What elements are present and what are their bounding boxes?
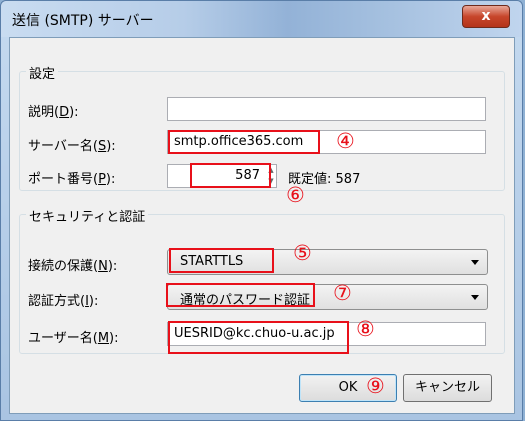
settings-group-title: 設定 (26, 63, 59, 82)
security-group-title: セキュリティと認証 (26, 206, 149, 225)
description-field[interactable] (167, 97, 486, 121)
annotation-marker-4: ④ (336, 129, 355, 153)
chevron-down-icon (471, 260, 479, 265)
default-port-value: 587 (335, 172, 361, 187)
annotation-marker-6: ⑥ (286, 183, 305, 207)
annotation-box-username (168, 321, 349, 354)
annotation-box-port (190, 163, 271, 188)
annotation-box-auth (166, 283, 315, 307)
annotation-box-connection (169, 248, 274, 273)
annotation-marker-8: ⑧ (356, 317, 375, 341)
close-icon: x (481, 8, 491, 24)
cancel-button[interactable]: キャンセル (403, 374, 492, 402)
annotation-marker-7: ⑦ (333, 281, 352, 305)
close-button[interactable]: x (462, 5, 510, 28)
server-name-label: サーバー名(S): (28, 139, 116, 154)
auth-method-label: 認証方式(I): (28, 294, 99, 309)
window-title: 送信 (SMTP) サーバー (12, 13, 154, 29)
title-bar[interactable]: 送信 (SMTP) サーバー x (1, 1, 522, 37)
connection-security-label: 接続の保護(N): (28, 259, 118, 274)
dialog-body: 設定 説明(D): サーバー名(S): smtp.office365.com ポ… (9, 37, 515, 414)
chevron-down-icon (471, 295, 479, 300)
annotation-box-server (168, 130, 320, 154)
description-label: 説明(D): (28, 105, 79, 120)
port-label: ポート番号(P): (28, 172, 116, 187)
annotation-marker-5: ⑤ (293, 241, 312, 265)
smtp-server-dialog: 送信 (SMTP) サーバー x 設定 説明(D): サーバー名(S): smt… (0, 0, 523, 421)
username-label: ユーザー名(M): (28, 331, 119, 346)
annotation-marker-9: ⑨ (366, 374, 385, 398)
